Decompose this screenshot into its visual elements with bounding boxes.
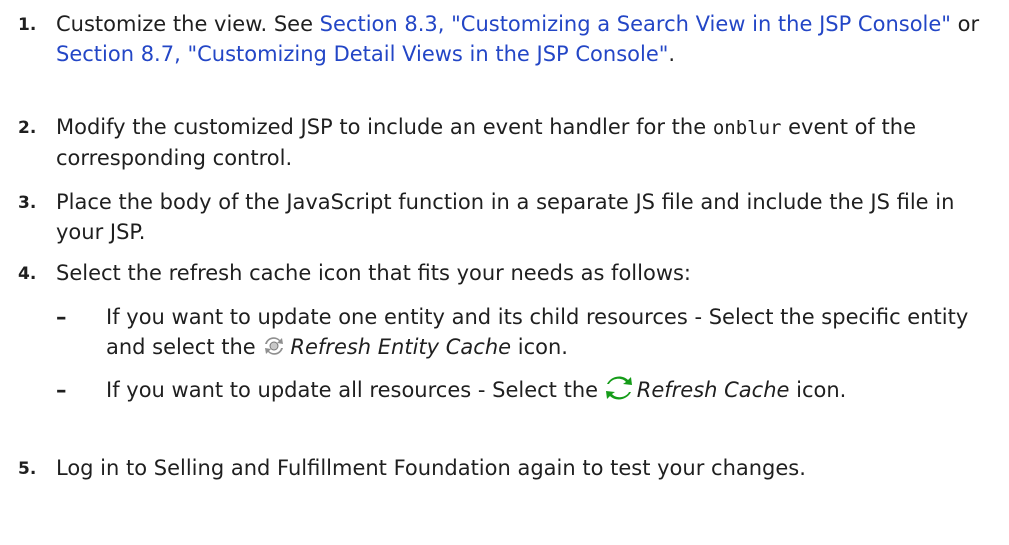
- refresh-cache-icon: [605, 375, 633, 401]
- step-3: 3. Place the body of the JavaScript func…: [0, 187, 1009, 247]
- refresh-entity-cache-icon: [262, 334, 286, 358]
- refresh-cache-label: Refresh Cache: [636, 378, 790, 402]
- step-number: 3.: [18, 193, 37, 213]
- step-text: Place the body of the JavaScript functio…: [56, 190, 955, 244]
- step-number: 2.: [18, 118, 37, 138]
- bullet-dash: –: [56, 378, 67, 402]
- step-text-between-links: or: [950, 12, 980, 36]
- step-number: 4.: [18, 264, 37, 284]
- section-8-3-link[interactable]: Section 8.3, "Customizing a Search View …: [320, 12, 951, 36]
- step-4: 4. Select the refresh cache icon that fi…: [0, 258, 1009, 288]
- all-cache-bullet: – If you want to update all resources - …: [56, 375, 1001, 435]
- entity-cache-bullet: – If you want to update one entity and i…: [56, 302, 1001, 362]
- bullet-dash: –: [56, 305, 67, 329]
- step-number: 1.: [18, 15, 37, 35]
- step-text-before-code: Modify the customized JSP to include an …: [56, 115, 713, 139]
- step-text: Log in to Selling and Fulfillment Founda…: [56, 456, 806, 480]
- bullet-text-after-italic: icon.: [789, 378, 847, 402]
- step-text-before-links: Customize the view. See: [56, 12, 320, 36]
- section-8-7-link[interactable]: Section 8.7, "Customizing Detail Views i…: [56, 42, 668, 66]
- step-text-end: .: [668, 42, 676, 66]
- instruction-document: 1. Customize the view. See Section 8.3, …: [0, 0, 1009, 545]
- bullet-text: If you want to update all resources - Se…: [106, 375, 1001, 405]
- bullet-text-after-italic: icon.: [511, 335, 568, 359]
- step-number: 5.: [18, 459, 37, 479]
- onblur-code: onblur: [712, 117, 782, 139]
- step-2: 2. Modify the customized JSP to include …: [0, 112, 1009, 172]
- step-text: Customize the view. See Section 8.3, "Cu…: [56, 9, 1001, 69]
- refresh-entity-cache-label: Refresh Entity Cache: [290, 335, 512, 359]
- bullet-text-before-icon: If you want to update all resources - Se…: [106, 378, 605, 402]
- step-text: Modify the customized JSP to include an …: [56, 112, 1001, 173]
- bullet-text: If you want to update one entity and its…: [106, 302, 1001, 362]
- step-1: 1. Customize the view. See Section 8.3, …: [0, 9, 1009, 100]
- step-text: Select the refresh cache icon that fits …: [56, 261, 692, 285]
- step-5: 5. Log in to Selling and Fulfillment Fou…: [0, 453, 1009, 513]
